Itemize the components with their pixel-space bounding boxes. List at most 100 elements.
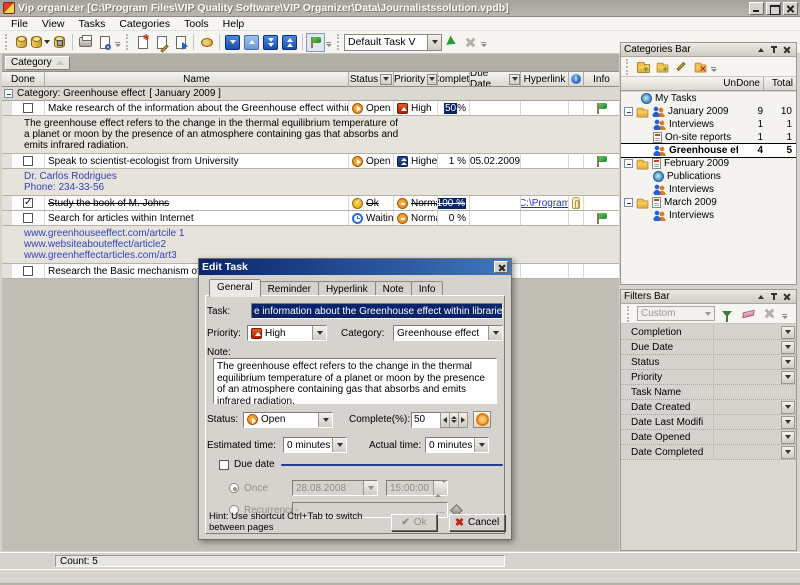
status-cell[interactable]: Open (349, 101, 394, 115)
collapse-node-icon[interactable] (624, 107, 633, 116)
note-link[interactable]: www.websiteabouteffect/article2 (24, 239, 615, 250)
estimated-time-combo[interactable]: 0 minutes (283, 437, 347, 453)
complete-input[interactable]: 50 (411, 412, 441, 428)
tree-item-my-tasks[interactable]: My Tasks (621, 92, 796, 105)
actual-time-dropdown-icon[interactable] (474, 438, 488, 452)
tree-item-march-2009[interactable]: March 2009 (621, 196, 796, 209)
tree-item-publications[interactable]: Publications (621, 170, 796, 183)
status-cell[interactable]: Waiting (349, 211, 394, 225)
filter-row-due-date[interactable]: Due Date (621, 340, 796, 355)
status-cell[interactable]: Ok (349, 196, 394, 210)
filter-dropdown-icon[interactable] (781, 341, 795, 354)
close-panel-icon[interactable] (780, 44, 793, 55)
filter-dropdown-icon[interactable] (781, 416, 795, 429)
filter-dropdown-icon[interactable] (781, 446, 795, 459)
complete-cell[interactable]: 50 % (438, 101, 470, 115)
tab-general[interactable]: General (209, 279, 261, 297)
toolbar-overflow-icon[interactable] (710, 59, 717, 75)
cancel-button[interactable]: ✖ Cancel (449, 514, 505, 531)
edit-task-icon[interactable] (152, 33, 171, 52)
done-checkbox[interactable] (23, 198, 33, 208)
tree-item-on-site-reports[interactable]: On-site reports 11 (621, 131, 796, 144)
tree-item-january-2009[interactable]: January 2009 910 (621, 105, 796, 118)
collapse-node-icon[interactable] (624, 159, 633, 168)
filter-dropdown-icon[interactable] (781, 356, 795, 369)
table-row[interactable]: Study the book of M. Johns Ok Normal 100… (2, 196, 619, 211)
ok-button[interactable]: ✔ Ok (391, 514, 437, 531)
toolbar-overflow-icon[interactable] (781, 306, 788, 322)
flag-filter-icon[interactable] (306, 33, 325, 52)
new-category-icon[interactable]: + (634, 58, 652, 75)
duplicate-task-icon[interactable] (171, 33, 190, 52)
delete-category-icon[interactable]: ✕ (691, 58, 709, 75)
task-view-combo[interactable]: Default Task V (344, 34, 442, 51)
table-row[interactable]: Speak to scientist-ecologist from Univer… (2, 154, 619, 169)
column-status[interactable]: Status (349, 72, 394, 87)
filter-dropdown-icon[interactable] (781, 326, 795, 339)
filter-preset-combo[interactable]: Custom (637, 306, 715, 321)
pin-panel-icon[interactable] (767, 291, 780, 302)
collapse-panel-icon[interactable] (754, 44, 767, 55)
note-textarea[interactable]: The greenhouse effect refers to the chan… (213, 358, 497, 404)
edit-category-icon[interactable] (672, 58, 690, 75)
column-total[interactable]: Total (764, 77, 796, 90)
toolbar-overflow-icon[interactable] (325, 34, 332, 50)
done-checkbox[interactable] (23, 266, 33, 276)
menu-categories[interactable]: Categories (112, 17, 177, 31)
menu-help[interactable]: Help (216, 17, 252, 31)
done-checkbox[interactable] (23, 213, 33, 223)
status-cell[interactable]: Open (349, 154, 394, 168)
filter-row-completion[interactable]: Completion (621, 325, 796, 340)
complete-cell[interactable]: 1 % (438, 154, 470, 168)
column-hyperlink[interactable]: Hyperlink (521, 72, 569, 87)
menu-tasks[interactable]: Tasks (72, 17, 113, 31)
column-info[interactable]: Info (584, 72, 619, 87)
table-row[interactable]: Make research of the information about t… (2, 101, 619, 116)
task-name-cell[interactable]: Search for articles within Internet (45, 211, 349, 225)
filter-dropdown-icon[interactable] (781, 431, 795, 444)
column-attachment[interactable]: i (569, 72, 584, 87)
priority-cell[interactable]: Normal (394, 196, 438, 210)
priority-cell[interactable]: Highest (394, 154, 438, 168)
done-checkbox[interactable] (23, 156, 33, 166)
close-button[interactable] (783, 2, 798, 15)
print-preview-icon[interactable] (95, 33, 114, 52)
menu-file[interactable]: File (4, 17, 35, 31)
tab-reminder[interactable]: Reminder (260, 281, 319, 296)
column-priority[interactable]: Priority (394, 72, 438, 87)
tab-hyperlink[interactable]: Hyperlink (318, 281, 376, 296)
minimize-button[interactable] (749, 2, 764, 15)
actual-time-combo[interactable]: 0 minutes (425, 437, 489, 453)
tree-item-february-2009[interactable]: February 2009 (621, 157, 796, 170)
filter-dropdown-icon[interactable] (781, 401, 795, 414)
once-date-combo[interactable]: 28.08.2008 (292, 480, 378, 496)
column-complete[interactable]: Complete (438, 72, 470, 87)
due-date-checkbox[interactable] (219, 460, 229, 470)
task-name-cell[interactable]: Study the book of M. Johns (45, 196, 349, 210)
filter-row-priority[interactable]: Priority (621, 370, 796, 385)
tab-info[interactable]: Info (411, 281, 444, 296)
priority-combo[interactable]: High (247, 325, 327, 341)
tab-note[interactable]: Note (375, 281, 412, 296)
close-filter-icon[interactable] (760, 305, 778, 322)
collapse-group-icon[interactable] (4, 89, 13, 98)
group-row[interactable]: Category: Greenhouse effect [ January 20… (2, 87, 619, 101)
filter-dropdown-icon[interactable] (781, 371, 795, 384)
column-undone[interactable]: UnDone (724, 77, 764, 90)
status-filter-dropdown-icon[interactable] (380, 74, 392, 85)
tree-item-interviews-mar[interactable]: Interviews (621, 209, 796, 222)
new-subcategory-icon[interactable]: + (653, 58, 671, 75)
table-row[interactable]: Search for articles within Internet Wait… (2, 211, 619, 226)
status-combo[interactable]: Open (243, 412, 333, 428)
category-dropdown-icon[interactable] (488, 326, 502, 340)
pin-panel-icon[interactable] (767, 44, 780, 55)
column-due-date[interactable]: Due Date (470, 72, 521, 87)
category-combo[interactable]: Greenhouse effect (393, 325, 503, 341)
tree-item-interviews-feb[interactable]: Interviews (621, 183, 796, 196)
once-date-dropdown-icon[interactable] (363, 481, 377, 495)
filter-row-task-name[interactable]: Task Name (621, 385, 796, 400)
column-done[interactable]: Done (2, 72, 45, 87)
filter-row-date-completed[interactable]: Date Completed (621, 445, 796, 460)
priority-cell[interactable]: High (394, 101, 438, 115)
show-notes-icon[interactable] (197, 33, 216, 52)
